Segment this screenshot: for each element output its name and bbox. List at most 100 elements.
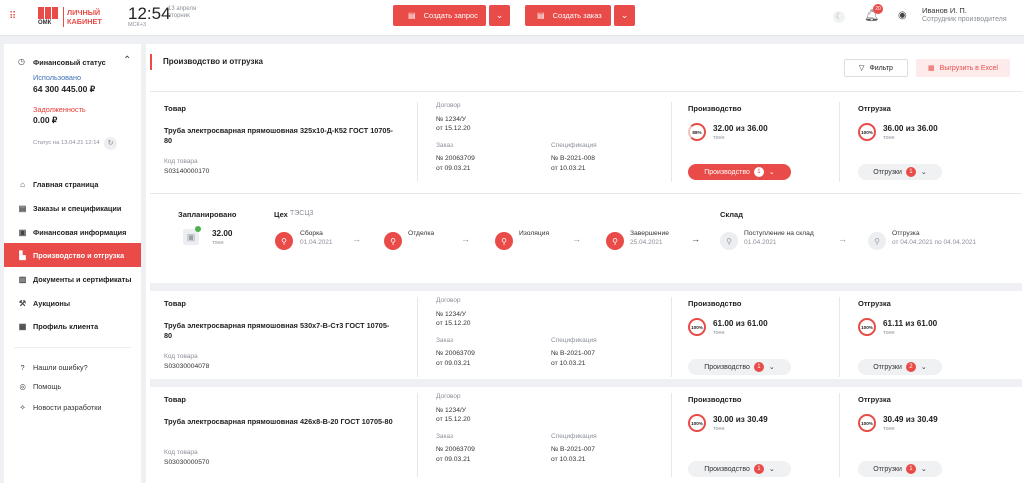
- step-name: Отделка: [408, 230, 435, 237]
- divider: [417, 102, 418, 182]
- production-count-badge: 1: [753, 362, 764, 372]
- spec-label: Спецификация: [551, 337, 597, 344]
- product-name[interactable]: Труба электросварная прямошовная 325х10-…: [164, 126, 394, 146]
- profile-icon: ▦: [18, 321, 27, 331]
- planned-label: Запланировано: [178, 210, 237, 219]
- sidebar-item-orders[interactable]: ▤ Заказы и спецификации: [4, 196, 141, 220]
- finance-status-title: Финансовый статус: [33, 58, 106, 67]
- planned-unit: тонн: [212, 240, 224, 246]
- product-name[interactable]: Труба электросварная прямошовная 530х7-В…: [164, 321, 394, 341]
- divider: [671, 393, 672, 477]
- order-date: от 09.03.21: [436, 456, 471, 463]
- production-unit: тонн: [713, 135, 725, 141]
- sidebar-link-bug[interactable]: ? Нашли ошибку?: [18, 363, 87, 372]
- sidebar-item-profile[interactable]: ▦ Профиль клиента: [4, 314, 141, 338]
- spec-label: Спецификация: [551, 142, 597, 149]
- shipments-button[interactable]: Отгрузки 1 ⌄: [858, 164, 942, 180]
- eye-icon[interactable]: ◉: [898, 10, 907, 21]
- title-accent: [150, 54, 152, 70]
- factory-icon: ▙: [19, 250, 26, 260]
- sidebar-item-documents[interactable]: ▥ Документы и сертификаты: [4, 267, 141, 291]
- debt-label: Задолженность: [33, 105, 86, 114]
- clock-weekday: вторник: [168, 13, 190, 19]
- cabinet-line1: ЛИЧНЫЙ: [67, 8, 101, 17]
- chevron-down-icon: ⌄: [620, 10, 629, 20]
- sidebar-item-home[interactable]: ⌂ Главная страница: [4, 172, 141, 196]
- sidebar-link-news[interactable]: ✧ Новости разработки: [18, 403, 101, 412]
- production-button[interactable]: Производство 1 ⌄: [688, 164, 791, 180]
- order-label: Заказ: [436, 337, 454, 344]
- order-label: Заказ: [436, 142, 454, 149]
- arrow-right-icon: →: [572, 234, 581, 244]
- apps-grid-icon[interactable]: ⠿: [9, 12, 19, 22]
- production-button[interactable]: Производство 1 ⌄: [688, 359, 791, 375]
- arrow-right-icon: →: [461, 234, 470, 244]
- step-name: Сборка: [300, 230, 323, 237]
- sidebar: ◷ Финансовый статус ⌃ Использовано 64 30…: [4, 44, 141, 483]
- filter-icon: ▽: [859, 65, 865, 72]
- contract-label: Договор: [436, 297, 461, 304]
- refresh-icon[interactable]: ↻: [104, 137, 117, 150]
- step-insulation-icon: ⚲: [495, 232, 513, 250]
- filter-button[interactable]: ▽ Фильтр: [844, 59, 908, 77]
- sidebar-link-help[interactable]: ◎ Помощь: [18, 382, 61, 391]
- user-role: Сотрудник производителя: [922, 16, 1007, 23]
- production-label: Производство: [688, 299, 742, 308]
- theme-moon-icon[interactable]: ☾: [833, 11, 845, 23]
- product-name[interactable]: Труба электросварная прямошовная 426х8-В…: [164, 417, 394, 427]
- check-dot-icon: [195, 226, 201, 232]
- step-completion-icon: ⚲: [606, 232, 624, 250]
- order-link[interactable]: № 20063709: [436, 350, 475, 357]
- export-excel-button[interactable]: ▦ Выгрузить в Excel: [916, 59, 1010, 77]
- nav-label: Аукционы: [33, 298, 71, 308]
- step-date: 01.04.2021: [300, 239, 333, 246]
- step-date: 25.04.2021: [630, 239, 663, 246]
- production-gauge: 88%: [688, 123, 706, 141]
- production-label: Производство: [688, 395, 742, 404]
- shipment-amount: 61.11 из 61.00: [883, 319, 938, 328]
- order-link[interactable]: № 20063709: [436, 155, 475, 162]
- notification-badge: 20: [873, 4, 883, 14]
- order-link[interactable]: № 20063709: [436, 446, 475, 453]
- production-button-label: Производство: [704, 363, 750, 371]
- order-date: от 09.03.21: [436, 360, 471, 367]
- divider: [839, 102, 840, 182]
- product-card: Товар Труба электросварная прямошовная 3…: [150, 91, 1022, 193]
- shipment-unit: тонн: [883, 135, 895, 141]
- spec-link[interactable]: № В-2021-007: [551, 350, 595, 357]
- shipment-label: Отгрузка: [858, 395, 891, 404]
- contract-number: № 1234/У: [436, 311, 467, 318]
- shipments-button[interactable]: Отгрузки 2 ⌄: [858, 359, 942, 375]
- chevron-down-icon: ⌄: [920, 364, 927, 371]
- sidebar-item-auctions[interactable]: ⚒ Аукционы: [4, 291, 141, 315]
- used-value: 64 300 445.00 ₽: [33, 84, 96, 94]
- omk-logo[interactable]: ОМК: [38, 7, 60, 27]
- shipment-label: Отгрузка: [858, 104, 891, 113]
- sidebar-item-finance[interactable]: ▣ Финансовая информация: [4, 220, 141, 244]
- create-order-button[interactable]: ▤ Создать заказ: [525, 5, 611, 26]
- spec-link[interactable]: № В-2021-007: [551, 446, 595, 453]
- user-name[interactable]: Иванов И. П.: [922, 6, 967, 15]
- create-order-dropdown-button[interactable]: ⌄: [614, 5, 635, 26]
- sidebar-item-production[interactable]: ▙ Производство и отгрузка: [4, 243, 141, 267]
- warehouse-label: Склад: [720, 210, 743, 219]
- step-name: Поступление на склад: [744, 230, 814, 237]
- news-icon: ✧: [19, 403, 26, 412]
- chevron-down-icon: ⌄: [920, 466, 927, 473]
- shipment-amount: 30.49 из 30.49: [883, 415, 938, 424]
- shipments-button[interactable]: Отгрузки 1 ⌄: [858, 461, 942, 477]
- production-button[interactable]: Производство 1 ⌄: [688, 461, 791, 477]
- code-label: Код товара: [164, 449, 198, 456]
- finance-collapse-icon[interactable]: ⌃: [123, 55, 131, 66]
- shipment-gauge: 100%: [858, 318, 876, 336]
- contract-number: № 1234/У: [436, 116, 467, 123]
- spec-link[interactable]: № В-2021-008: [551, 155, 595, 162]
- product-code: S03030000570: [164, 459, 210, 466]
- wallet-icon: ▣: [18, 227, 27, 237]
- sidebar-divider: [14, 347, 131, 348]
- create-request-dropdown-button[interactable]: ⌄: [489, 5, 510, 26]
- order-label: Заказ: [436, 433, 454, 440]
- bottom-link-label: Помощь: [33, 382, 62, 391]
- create-request-button[interactable]: ▤ Создать запрос: [393, 5, 486, 26]
- shipment-gauge: 100%: [858, 123, 876, 141]
